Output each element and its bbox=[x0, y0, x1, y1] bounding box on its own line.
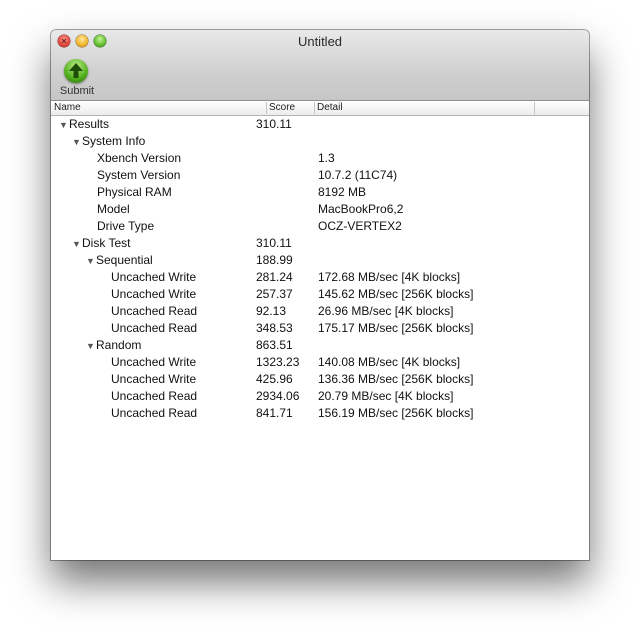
row-name: System Version bbox=[97, 168, 181, 182]
table-row[interactable]: Uncached Write 281.24 172.68 MB/sec [4K … bbox=[51, 269, 589, 286]
row-name: Uncached Write bbox=[111, 355, 197, 369]
row-score: 1323.23 bbox=[256, 355, 300, 369]
table-row[interactable]: Physical RAM 8192 MB bbox=[51, 184, 589, 201]
row-name: Model bbox=[97, 202, 130, 216]
disclosure-triangle-icon[interactable]: ▼ bbox=[72, 236, 82, 253]
row-name: Drive Type bbox=[97, 219, 155, 233]
row-name: Uncached Write bbox=[111, 270, 197, 284]
row-score: 841.71 bbox=[256, 406, 293, 420]
outline-row-results[interactable]: ▼Results 310.11 bbox=[51, 116, 589, 133]
submit-label: Submit bbox=[59, 85, 95, 97]
table-row[interactable]: Uncached Read 2934.06 20.79 MB/sec [4K b… bbox=[51, 388, 589, 405]
row-score: 310.11 bbox=[256, 117, 292, 131]
app-window: × Untitled Submit Name Score Detail ▼Res… bbox=[51, 30, 589, 560]
row-detail: 8192 MB bbox=[318, 185, 367, 199]
row-score: 281.24 bbox=[256, 270, 293, 284]
outline-row-system-info[interactable]: ▼System Info bbox=[51, 133, 589, 150]
row-name: Disk Test bbox=[82, 236, 131, 250]
row-name: Uncached Read bbox=[111, 321, 198, 335]
table-row[interactable]: Uncached Read 841.71 156.19 MB/sec [256K… bbox=[51, 405, 589, 422]
row-detail: 145.62 MB/sec [256K blocks] bbox=[318, 287, 474, 301]
outline-row-random[interactable]: ▼Random 863.51 bbox=[51, 337, 589, 354]
row-detail: 10.7.2 (11C74) bbox=[318, 168, 398, 182]
column-divider[interactable] bbox=[534, 102, 535, 114]
outline-row-disk-test[interactable]: ▼Disk Test 310.11 bbox=[51, 235, 589, 252]
table-row[interactable]: System Version 10.7.2 (11C74) bbox=[51, 167, 589, 184]
disclosure-triangle-icon[interactable]: ▼ bbox=[86, 253, 96, 270]
row-score: 92.13 bbox=[256, 304, 287, 318]
table-row[interactable]: Uncached Read 92.13 26.96 MB/sec [4K blo… bbox=[51, 303, 589, 320]
row-detail: 156.19 MB/sec [256K blocks] bbox=[318, 406, 474, 420]
row-detail: 136.36 MB/sec [256K blocks] bbox=[318, 372, 474, 386]
results-outline[interactable]: ▼Results 310.11 ▼System Info Xbench Vers… bbox=[51, 116, 589, 422]
table-row[interactable]: Uncached Write 257.37 145.62 MB/sec [256… bbox=[51, 286, 589, 303]
row-name: Physical RAM bbox=[97, 185, 172, 199]
row-detail: OCZ-VERTEX2 bbox=[318, 219, 402, 233]
row-detail: MacBookPro6,2 bbox=[318, 202, 404, 216]
row-score: 863.51 bbox=[256, 338, 293, 352]
row-score: 310.11 bbox=[256, 236, 292, 250]
disclosure-triangle-icon[interactable]: ▼ bbox=[59, 117, 69, 134]
row-name: System Info bbox=[82, 134, 146, 148]
row-detail: 26.96 MB/sec [4K blocks] bbox=[318, 304, 454, 318]
row-detail: 1.3 bbox=[318, 151, 335, 165]
row-name: Sequential bbox=[96, 253, 153, 267]
table-header: Name Score Detail bbox=[51, 101, 589, 116]
row-detail: 175.17 MB/sec [256K blocks] bbox=[318, 321, 474, 335]
row-name: Uncached Read bbox=[111, 406, 198, 420]
upload-arrow-icon bbox=[64, 59, 88, 83]
submit-button[interactable]: Submit bbox=[57, 58, 97, 98]
row-name: Xbench Version bbox=[97, 151, 182, 165]
column-header-name[interactable]: Name bbox=[51, 101, 266, 115]
row-detail: 140.08 MB/sec [4K blocks] bbox=[318, 355, 461, 369]
row-score: 257.37 bbox=[256, 287, 293, 301]
row-name: Uncached Read bbox=[111, 304, 198, 318]
outline-row-sequential[interactable]: ▼Sequential 188.99 bbox=[51, 252, 589, 269]
row-name: Uncached Write bbox=[111, 287, 197, 301]
table-row[interactable]: Uncached Write 1323.23 140.08 MB/sec [4K… bbox=[51, 354, 589, 371]
table-row[interactable]: Model MacBookPro6,2 bbox=[51, 201, 589, 218]
column-header-score[interactable]: Score bbox=[266, 101, 314, 115]
row-detail: 20.79 MB/sec [4K blocks] bbox=[318, 389, 454, 403]
title-bar: × Untitled Submit bbox=[51, 30, 589, 101]
table-row[interactable]: Drive Type OCZ-VERTEX2 bbox=[51, 218, 589, 235]
disclosure-triangle-icon[interactable]: ▼ bbox=[72, 134, 82, 151]
row-score: 425.96 bbox=[256, 372, 293, 386]
row-score: 188.99 bbox=[256, 253, 293, 267]
table-row[interactable]: Uncached Write 425.96 136.36 MB/sec [256… bbox=[51, 371, 589, 388]
row-name: Random bbox=[96, 338, 142, 352]
disclosure-triangle-icon[interactable]: ▼ bbox=[86, 338, 96, 355]
window-title: Untitled bbox=[297, 34, 343, 49]
row-score: 2934.06 bbox=[256, 389, 300, 403]
row-name: Uncached Write bbox=[111, 372, 197, 386]
row-detail: 172.68 MB/sec [4K blocks] bbox=[318, 270, 461, 284]
row-name: Uncached Read bbox=[111, 389, 198, 403]
row-name: Results bbox=[69, 117, 110, 131]
column-header-detail[interactable]: Detail bbox=[314, 101, 534, 115]
row-score: 348.53 bbox=[256, 321, 293, 335]
table-row[interactable]: Xbench Version 1.3 bbox=[51, 150, 589, 167]
table-row[interactable]: Uncached Read 348.53 175.17 MB/sec [256K… bbox=[51, 320, 589, 337]
